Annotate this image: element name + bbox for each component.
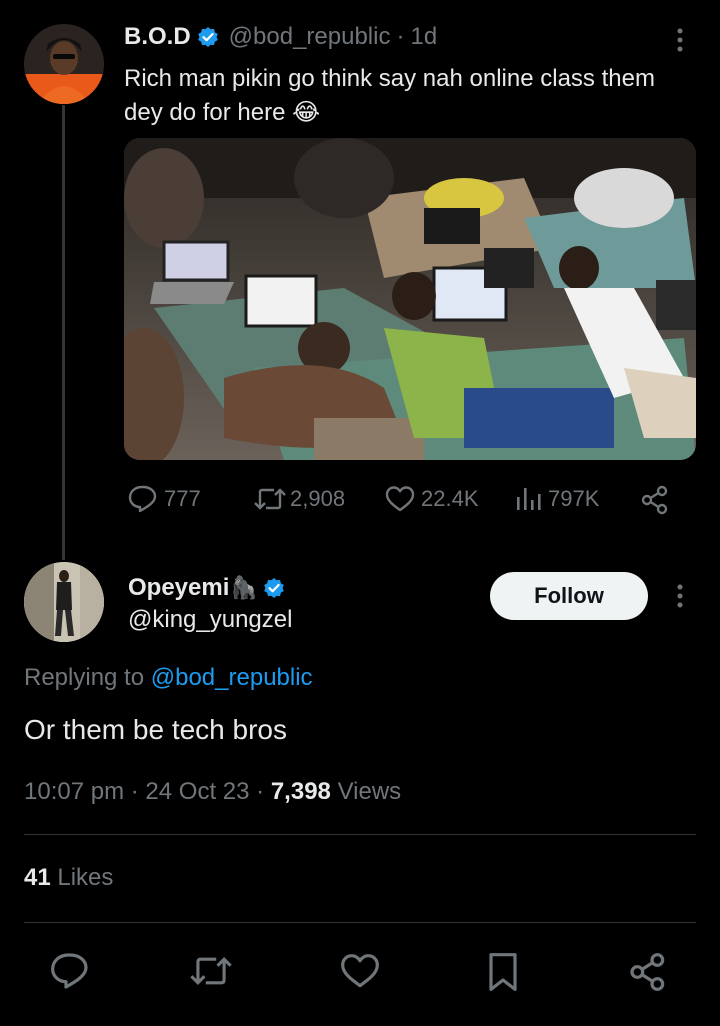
meta-separator: · — [256, 778, 271, 805]
reply-date[interactable]: 24 Oct 23 — [145, 778, 249, 805]
replying-to-link[interactable]: @bod_republic — [151, 664, 313, 691]
tweet-image[interactable] — [124, 138, 696, 460]
repost-icon — [254, 486, 286, 512]
verified-badge-icon — [263, 577, 285, 599]
reply-more-icon[interactable] — [670, 582, 690, 615]
share-icon[interactable] — [640, 485, 670, 520]
repost-stat[interactable]: 2,908 — [254, 484, 345, 514]
reply-text: Or them be tech bros — [24, 714, 288, 745]
divider — [24, 834, 696, 835]
reply-avatar-image — [24, 562, 104, 642]
reply-author-name[interactable]: Opeyemi — [128, 574, 229, 602]
tweet-time[interactable]: 1d — [410, 23, 437, 51]
verified-badge-icon — [197, 26, 219, 48]
separator: · — [396, 23, 405, 50]
repost-count: 2,908 — [290, 486, 346, 511]
avatar-image — [24, 24, 104, 104]
bookmark-icon[interactable] — [486, 952, 520, 997]
follow-button[interactable]: Follow — [490, 572, 648, 620]
more-icon[interactable] — [670, 26, 690, 59]
reply-author-handle[interactable]: @king_yungzel — [128, 606, 292, 634]
like-icon — [385, 485, 415, 513]
reply-avatar[interactable] — [24, 562, 104, 642]
reply-time[interactable]: 10:07 pm — [24, 778, 124, 805]
likes-count: 41 — [24, 864, 51, 891]
reply-stat[interactable]: 777 — [128, 484, 201, 514]
author-name[interactable]: B.O.D — [124, 23, 191, 51]
reply-count: 777 — [164, 486, 201, 511]
gorilla-emoji: 🦍 — [230, 575, 258, 600]
likes-label: Likes — [57, 864, 114, 891]
views-icon — [514, 485, 542, 513]
like-icon[interactable] — [340, 952, 380, 995]
tweet-photo — [124, 138, 696, 460]
action-bar — [24, 948, 696, 996]
meta-separator: · — [130, 778, 146, 805]
views-count: 7,398 — [270, 778, 331, 805]
reply-icon[interactable] — [50, 952, 90, 995]
share-icon[interactable] — [628, 952, 668, 997]
like-stat[interactable]: 22.4K — [385, 484, 479, 514]
replying-prefix: Replying to — [24, 664, 145, 691]
views-label: Views — [337, 778, 402, 805]
tweet-text: Rich man pikin go think say nah online c… — [124, 62, 714, 130]
views-stat[interactable]: 797K — [514, 484, 599, 514]
avatar[interactable] — [24, 24, 104, 104]
tweet-text-line-2: dey do for here — [124, 99, 286, 126]
replying-to-line: Replying to @bod_republic — [24, 664, 313, 692]
repost-icon[interactable] — [190, 954, 232, 993]
author-handle[interactable]: @bod_republic — [229, 23, 391, 51]
tweet-text-line-1: Rich man pikin go think say nah online c… — [124, 65, 655, 92]
thread-line — [62, 105, 65, 560]
tweet-meta: 10:07 pm · 24 Oct 23 · 7,398 Views — [24, 778, 401, 806]
divider — [24, 922, 696, 923]
laughing-emoji: 😂 — [292, 99, 321, 126]
like-count: 22.4K — [421, 486, 479, 511]
reply-icon — [128, 485, 158, 513]
likes-summary[interactable]: 41 Likes — [24, 864, 113, 892]
views-count: 797K — [548, 486, 600, 511]
